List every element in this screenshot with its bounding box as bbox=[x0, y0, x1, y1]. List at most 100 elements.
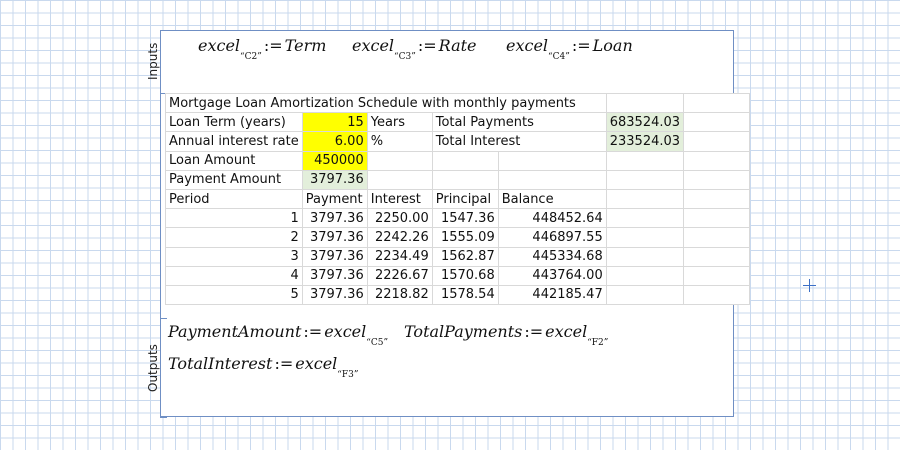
equation-variable: Rate bbox=[438, 36, 477, 55]
equation-function: excel bbox=[352, 36, 395, 55]
cell-empty[interactable] bbox=[431, 150, 499, 171]
equation-subscript: “C4” bbox=[548, 52, 570, 62]
cell-empty[interactable] bbox=[683, 246, 751, 267]
interest-cell[interactable]: 2242.26 bbox=[366, 227, 433, 248]
cell-empty[interactable] bbox=[605, 150, 685, 171]
rate-label[interactable]: Annual interest rate bbox=[165, 131, 303, 152]
principal-cell[interactable]: 1570.68 bbox=[431, 265, 499, 286]
cell-empty[interactable] bbox=[605, 265, 685, 286]
cell-empty[interactable] bbox=[431, 169, 499, 190]
cell-empty[interactable] bbox=[497, 150, 607, 171]
cell-empty[interactable] bbox=[683, 150, 751, 171]
cell-empty[interactable] bbox=[605, 227, 685, 248]
payment-cell[interactable]: 3797.36 bbox=[301, 265, 368, 286]
cell-empty[interactable] bbox=[366, 169, 433, 190]
period-cell[interactable]: 3 bbox=[165, 246, 303, 267]
cell-empty[interactable] bbox=[683, 284, 751, 306]
sheet-title[interactable]: Mortgage Loan Amortization Schedule with… bbox=[165, 92, 607, 114]
table-row: 4 3797.36 2226.67 1570.68 443764.00 bbox=[165, 265, 751, 286]
period-cell[interactable]: 2 bbox=[165, 227, 303, 248]
loan-amount-value[interactable]: 450000 bbox=[301, 150, 368, 171]
equation-variable: PaymentAmount bbox=[168, 322, 302, 341]
balance-cell[interactable]: 445334.68 bbox=[497, 246, 607, 267]
cell-empty[interactable] bbox=[683, 227, 751, 248]
equation-operator: := bbox=[274, 354, 294, 373]
cell-empty[interactable] bbox=[605, 208, 685, 229]
output-equation-payment-amount[interactable]: PaymentAmount:= excel“C5” bbox=[168, 322, 388, 348]
balance-cell[interactable]: 446897.55 bbox=[497, 227, 607, 248]
equation-operator: := bbox=[263, 36, 283, 55]
principal-cell[interactable]: 1555.09 bbox=[431, 227, 499, 248]
output-equation-total-payments[interactable]: TotalPayments:= excel“F2” bbox=[404, 322, 608, 348]
payment-amount-value[interactable]: 3797.36 bbox=[301, 169, 368, 190]
cell-empty[interactable] bbox=[605, 169, 685, 190]
cell-empty[interactable] bbox=[683, 112, 751, 133]
equation-operator: := bbox=[417, 36, 437, 55]
balance-cell[interactable]: 442185.47 bbox=[497, 284, 607, 306]
header-balance[interactable]: Balance bbox=[497, 188, 607, 210]
cell-empty[interactable] bbox=[605, 92, 685, 114]
cell-empty[interactable] bbox=[683, 169, 751, 190]
rate-unit[interactable]: % bbox=[366, 131, 433, 152]
total-interest-value[interactable]: 233524.03 bbox=[605, 131, 685, 152]
loan-term-value[interactable]: 15 bbox=[301, 112, 368, 133]
header-period[interactable]: Period bbox=[165, 188, 303, 210]
interest-cell[interactable]: 2226.67 bbox=[366, 265, 433, 286]
equation-function: excel bbox=[324, 322, 367, 341]
loan-amount-label[interactable]: Loan Amount bbox=[165, 150, 303, 171]
table-row: 2 3797.36 2242.26 1555.09 446897.55 bbox=[165, 227, 751, 248]
cell-empty[interactable] bbox=[683, 208, 751, 229]
payment-cell[interactable]: 3797.36 bbox=[301, 227, 368, 248]
cell-empty[interactable] bbox=[605, 246, 685, 267]
equation-function: excel bbox=[545, 322, 588, 341]
principal-cell[interactable]: 1562.87 bbox=[431, 246, 499, 267]
payment-cell[interactable]: 3797.36 bbox=[301, 284, 368, 306]
outputs-bracket bbox=[160, 318, 167, 418]
interest-cell[interactable]: 2234.49 bbox=[366, 246, 433, 267]
balance-cell[interactable]: 443764.00 bbox=[497, 265, 607, 286]
cell-empty[interactable] bbox=[683, 92, 751, 114]
rate-value[interactable]: 6.00 bbox=[301, 131, 368, 152]
output-equation-total-interest[interactable]: TotalInterest:= excel“F3” bbox=[168, 354, 358, 380]
table-row: 5 3797.36 2218.82 1578.54 442185.47 bbox=[165, 284, 751, 306]
payment-cell[interactable]: 3797.36 bbox=[301, 208, 368, 229]
equation-subscript: “F2” bbox=[587, 338, 609, 348]
cell-empty[interactable] bbox=[683, 131, 751, 152]
equation-operator: := bbox=[571, 36, 591, 55]
period-cell[interactable]: 1 bbox=[165, 208, 303, 229]
input-equation-rate[interactable]: excel“C3”:= Rate bbox=[352, 36, 477, 62]
inputs-label: Inputs bbox=[146, 42, 160, 80]
period-cell[interactable]: 4 bbox=[165, 265, 303, 286]
equation-variable: Loan bbox=[592, 36, 633, 55]
equation-subscript: “C5” bbox=[366, 338, 389, 348]
cell-empty[interactable] bbox=[683, 188, 751, 210]
cell-empty[interactable] bbox=[366, 150, 433, 171]
principal-cell[interactable]: 1547.36 bbox=[431, 208, 499, 229]
payment-cell[interactable]: 3797.36 bbox=[301, 246, 368, 267]
table-row: 3 3797.36 2234.49 1562.87 445334.68 bbox=[165, 246, 751, 267]
loan-term-unit[interactable]: Years bbox=[366, 112, 433, 133]
amortization-spreadsheet[interactable]: Mortgage Loan Amortization Schedule with… bbox=[165, 92, 751, 306]
total-payments-value[interactable]: 683524.03 bbox=[605, 112, 685, 133]
input-equation-term[interactable]: excel“C2”:= Term bbox=[198, 36, 326, 62]
total-interest-label[interactable]: Total Interest bbox=[431, 131, 607, 152]
equation-function: excel bbox=[506, 36, 549, 55]
balance-cell[interactable]: 448452.64 bbox=[497, 208, 607, 229]
payment-amount-label[interactable]: Payment Amount bbox=[165, 169, 303, 190]
cell-empty[interactable] bbox=[605, 284, 685, 306]
header-payment[interactable]: Payment bbox=[301, 188, 368, 210]
cell-empty[interactable] bbox=[683, 265, 751, 286]
equation-subscript: “C2” bbox=[240, 52, 262, 62]
cell-empty[interactable] bbox=[605, 188, 685, 210]
period-cell[interactable]: 5 bbox=[165, 284, 303, 306]
header-principal[interactable]: Principal bbox=[431, 188, 499, 210]
header-interest[interactable]: Interest bbox=[366, 188, 433, 210]
total-payments-label[interactable]: Total Payments bbox=[431, 112, 607, 133]
equation-variable: TotalPayments bbox=[404, 322, 523, 341]
loan-term-label[interactable]: Loan Term (years) bbox=[165, 112, 303, 133]
input-equation-loan[interactable]: excel“C4”:= Loan bbox=[506, 36, 633, 62]
interest-cell[interactable]: 2250.00 bbox=[366, 208, 433, 229]
cell-empty[interactable] bbox=[497, 169, 607, 190]
principal-cell[interactable]: 1578.54 bbox=[431, 284, 499, 306]
interest-cell[interactable]: 2218.82 bbox=[366, 284, 433, 306]
